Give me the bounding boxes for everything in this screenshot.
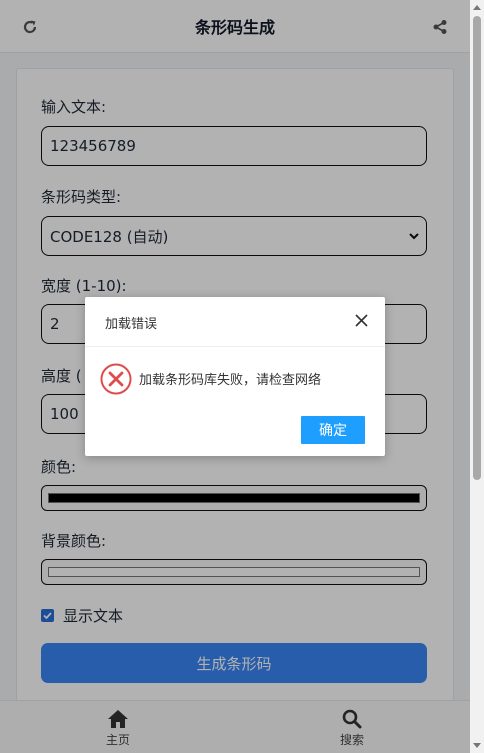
dialog-title: 加载错误 bbox=[105, 317, 158, 332]
error-dialog: 加载错误 加载条形码库失败，请检查网络 确定 bbox=[85, 297, 385, 456]
close-icon[interactable] bbox=[353, 312, 369, 328]
scrollbar[interactable] bbox=[470, 0, 484, 753]
dialog-divider bbox=[85, 346, 385, 347]
scrollbar-thumb[interactable] bbox=[473, 16, 481, 480]
scroll-up-arrow-icon[interactable] bbox=[473, 5, 481, 10]
dialog-message: 加载条形码库失败，请检查网络 bbox=[139, 373, 322, 388]
error-circle-icon bbox=[100, 363, 132, 399]
ok-button[interactable]: 确定 bbox=[301, 416, 365, 444]
app-page: 条形码生成 输入文本: 123456789 条形码类型: CODE128 (自动… bbox=[0, 0, 470, 753]
scroll-down-arrow-icon[interactable] bbox=[473, 743, 481, 748]
